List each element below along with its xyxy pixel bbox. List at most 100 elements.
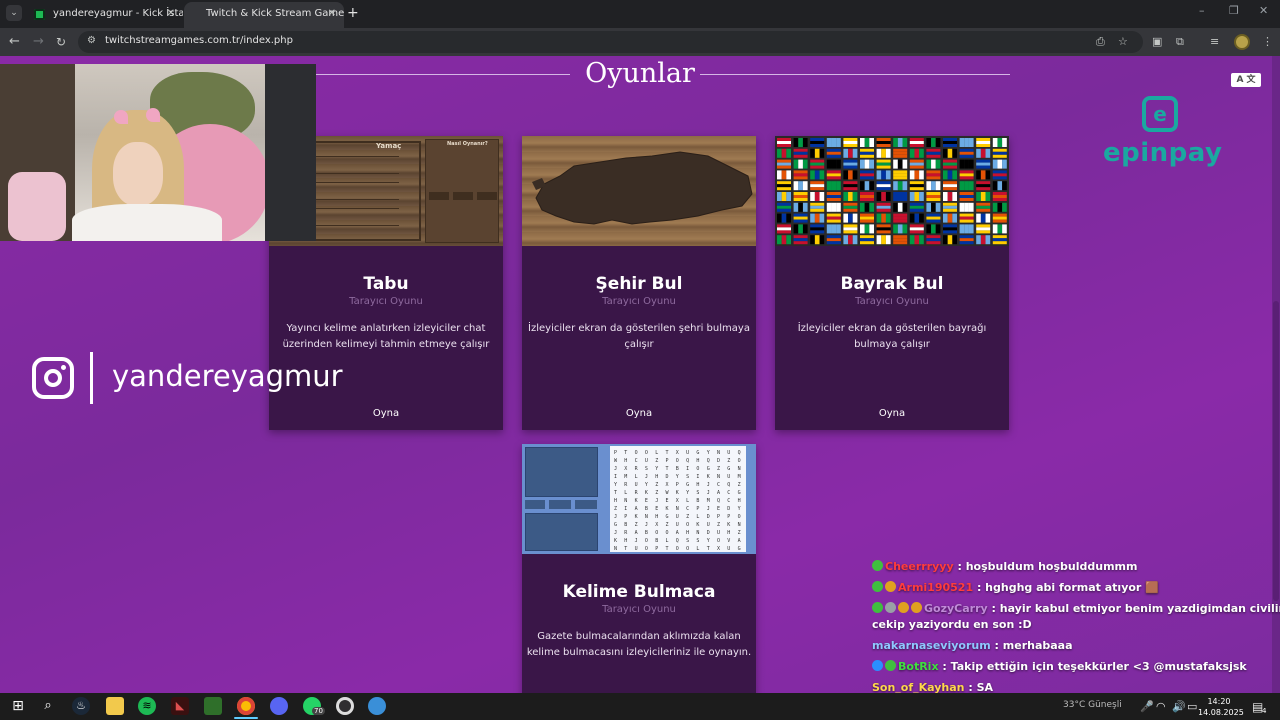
card-description: İzleyiciler ekran da gösterilen bayrağı … — [797, 323, 987, 350]
flag-tile-icon — [876, 170, 891, 180]
grid-letter: X — [676, 498, 679, 504]
flag-tile-icon — [876, 148, 891, 158]
chat-text: : Takip ettiğin için teşekkürler <3 @mus… — [942, 660, 1247, 673]
address-bar[interactable]: ⚙ twitchstreamgames.com.tr/index.php ⎙ ☆ — [78, 31, 1143, 53]
flag-tile-icon — [826, 138, 841, 147]
extension-icon[interactable]: ▣ — [1152, 35, 1162, 48]
grid-letter: G — [666, 514, 669, 520]
flag-tile-icon — [943, 224, 957, 234]
flag-tile-icon — [992, 192, 1007, 201]
grid-letter: P — [696, 506, 699, 512]
grid-letter: A — [738, 538, 741, 544]
grid-letter: H — [738, 498, 741, 504]
scrollbar-thumb[interactable] — [1273, 301, 1279, 601]
notepad-icon[interactable] — [204, 697, 222, 715]
flag-tile-icon — [810, 148, 825, 158]
translate-icon[interactable]: A 文 — [1231, 73, 1261, 87]
flag-tile-icon — [992, 170, 1007, 180]
page-title: Oyunlar — [585, 58, 695, 89]
epinpay-logo-text[interactable]: epinpay — [1103, 138, 1222, 168]
file-explorer-icon[interactable] — [106, 697, 124, 715]
flag-tile-icon — [992, 181, 1007, 191]
flag-tile-icon — [909, 235, 924, 245]
play-button[interactable]: Oyna — [522, 408, 756, 419]
discord-icon[interactable] — [270, 697, 288, 715]
game-card-bayrak-bul[interactable]: Bayrak Bul Tarayıcı Oyunu İzleyiciler ek… — [775, 136, 1009, 430]
site-info-icon[interactable]: ⚙ — [87, 35, 96, 46]
play-button[interactable]: Oyna — [269, 408, 503, 419]
flag-tile-icon — [793, 170, 808, 180]
grid-letter: N — [645, 514, 648, 520]
grid-letter: C — [635, 458, 638, 464]
play-button[interactable]: Oyna — [775, 408, 1009, 419]
grid-letter: U — [676, 514, 679, 520]
grid-letter: Y — [738, 506, 741, 512]
tray-overflow-icon[interactable]: ▭ — [1187, 700, 1197, 713]
profile-avatar[interactable] — [1234, 34, 1250, 50]
extensions-puzzle-icon[interactable]: ⧉ — [1176, 35, 1184, 49]
epinpay-logo-icon[interactable]: e — [1142, 96, 1178, 132]
grid-letter: J — [645, 474, 648, 480]
flag-tile-icon — [826, 181, 841, 191]
grid-letter: M — [738, 474, 741, 480]
install-app-icon[interactable]: ⎙ — [1096, 35, 1105, 49]
tab-bar: ⌄ yandereyagmur - Kick İstatistikl ✕ Twi… — [0, 0, 1280, 28]
flag-tile-icon — [843, 202, 858, 212]
maximize-button[interactable]: ❐ — [1229, 4, 1239, 17]
game-card-sehir-bul[interactable]: Şehir Bul Tarayıcı Oyunu İzleyiciler ekr… — [522, 136, 756, 430]
grid-letter: P — [676, 482, 679, 488]
tab-close-icon[interactable]: ✕ — [328, 2, 336, 26]
flag-tile-icon — [909, 159, 924, 169]
grid-letter: I — [624, 506, 627, 512]
grid-letter: A — [717, 490, 720, 496]
minimize-button[interactable]: – — [1199, 4, 1205, 17]
back-icon[interactable]: ← — [9, 34, 20, 50]
flag-tile-icon — [909, 170, 924, 180]
page-scrollbar[interactable] — [1272, 56, 1280, 693]
tab-search-menu-icon[interactable]: ⌄ — [6, 5, 22, 21]
flag-tile-icon — [893, 192, 908, 201]
flag-tile-icon — [860, 181, 874, 191]
grid-letter: S — [696, 538, 699, 544]
bookmark-star-icon[interactable]: ☆ — [1118, 35, 1128, 48]
grid-letter: I — [696, 474, 699, 480]
forward-icon[interactable]: → — [33, 34, 44, 50]
system-clock[interactable]: 14:20 14.08.2025 — [1198, 696, 1244, 718]
grid-letter: E — [666, 498, 669, 504]
flag-tile-icon — [826, 202, 841, 212]
steam-icon[interactable]: ♨ — [72, 697, 90, 715]
reading-list-icon[interactable]: ≡ — [1210, 35, 1219, 48]
app-icon[interactable] — [368, 697, 386, 715]
flag-tile-icon — [893, 235, 908, 245]
flag-tile-icon — [893, 202, 908, 212]
obs-icon[interactable] — [336, 697, 354, 715]
url-text[interactable]: twitchstreamgames.com.tr/index.php — [105, 35, 293, 46]
chrome-icon[interactable] — [237, 697, 255, 715]
card-subtitle: Tarayıcı Oyunu — [602, 296, 676, 307]
flag-tile-icon — [959, 202, 974, 212]
weather-text[interactable]: 33°C Güneşli — [1063, 700, 1122, 710]
volume-icon[interactable]: 🔊 — [1172, 700, 1186, 713]
windows-start-icon[interactable]: ⊞ — [9, 697, 27, 715]
flag-tile-icon — [926, 138, 941, 147]
game-card-kelime-bulmaca[interactable]: PTOOLTXUGYNUQWHCUZPOQHQDZOJXRSYTBIOGZGNI… — [522, 444, 756, 693]
menu-kebab-icon[interactable]: ⋮ — [1262, 35, 1273, 48]
flag-tile-icon — [959, 138, 974, 147]
tab-stream-games[interactable]: Twitch & Kick Stream Games ✕ — [184, 2, 344, 28]
spotify-icon[interactable]: ≋ — [138, 697, 156, 715]
tab-close-icon[interactable]: ✕ — [167, 2, 175, 26]
new-tab-button[interactable]: + — [347, 4, 359, 22]
grid-letter: T — [624, 546, 627, 552]
tab-kick-stats[interactable]: yandereyagmur - Kick İstatistikl ✕ — [27, 2, 183, 28]
reload-icon[interactable]: ↻ — [56, 34, 66, 50]
card-title: Şehir Bul — [595, 274, 683, 294]
flag-tile-icon — [860, 159, 874, 169]
capcut-icon[interactable]: ◣ — [171, 697, 189, 715]
close-window-button[interactable]: ✕ — [1259, 4, 1268, 17]
wifi-icon[interactable]: ◠ — [1156, 700, 1166, 713]
search-icon[interactable]: ⌕ — [39, 697, 57, 715]
card-title: Kelime Bulmaca — [562, 582, 716, 602]
microphone-tray-icon[interactable]: 🎤 — [1140, 700, 1154, 713]
chat-username: Armi190521 — [898, 581, 974, 594]
tab-label: Twitch & Kick Stream Games — [206, 8, 344, 19]
